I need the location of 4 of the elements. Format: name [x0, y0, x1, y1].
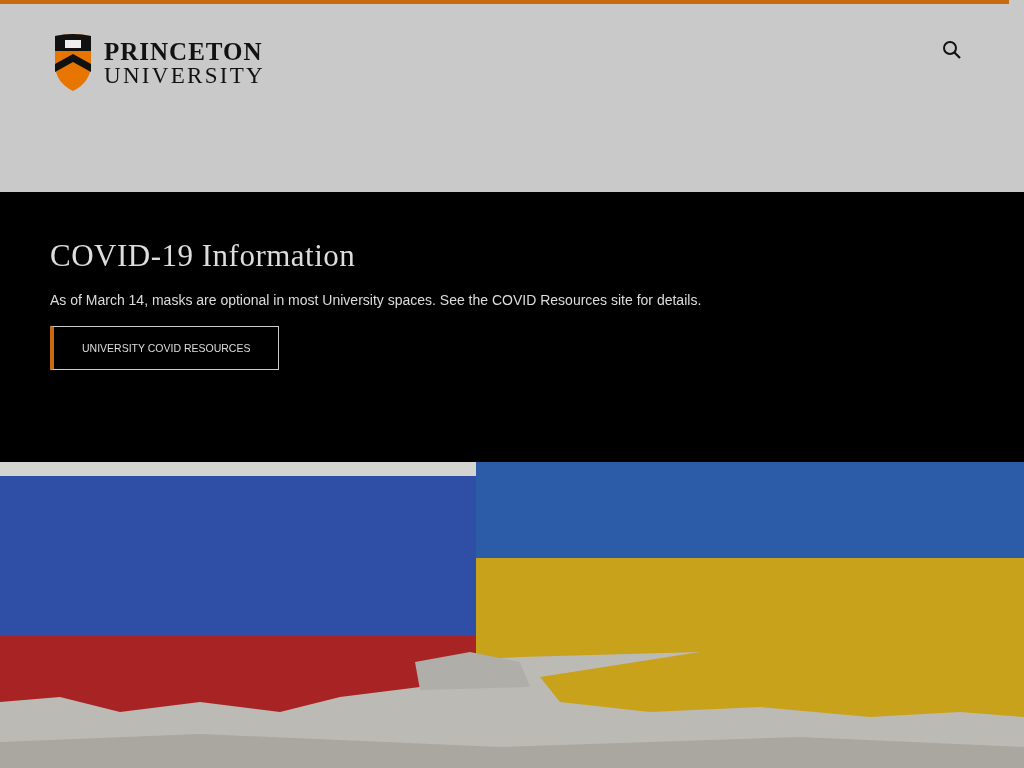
- notice-title: COVID-19 Information: [50, 238, 357, 274]
- covid-resources-button[interactable]: UNIVERSITY COVID RESOURCES: [50, 326, 280, 370]
- notice-text: As of March 14, masks are optional in most University spaces. See the COVID Resources site for details.: [50, 292, 703, 308]
- university-logo[interactable]: PRINCETON UNIVERSITY: [50, 34, 265, 92]
